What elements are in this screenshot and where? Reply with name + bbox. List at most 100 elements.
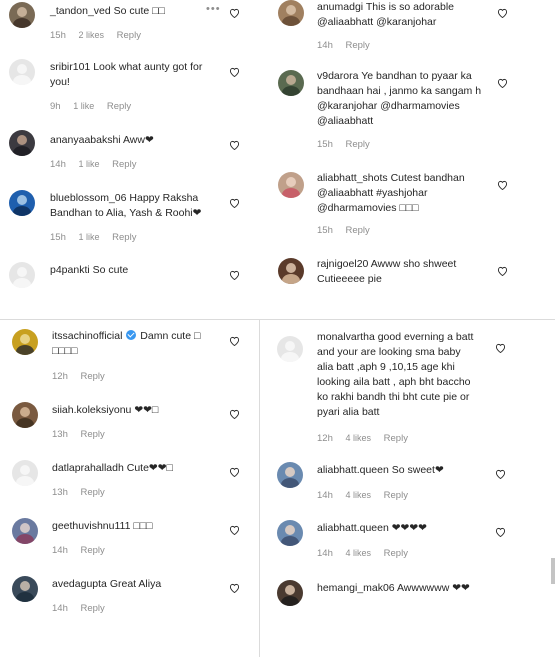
comment-username[interactable]: aliabhatt_shots	[317, 172, 388, 184]
avatar[interactable]	[277, 580, 303, 606]
comment-username[interactable]: _tandon_ved	[50, 5, 111, 17]
comment-text: ananyaabakshi Aww❤	[50, 133, 210, 148]
like-heart-icon[interactable]	[495, 343, 506, 353]
more-options-icon[interactable]: •••	[206, 3, 221, 15]
comment-likes[interactable]: 1 like	[73, 101, 94, 111]
comment-username[interactable]: ananyaabakshi	[50, 134, 121, 146]
comment-text: aliabhatt.queen So sweet❤	[317, 463, 487, 478]
comment-username[interactable]: itssachinofficial	[52, 330, 122, 342]
comment-username[interactable]: avedagupta	[52, 578, 107, 590]
avatar[interactable]	[9, 190, 35, 216]
like-heart-icon[interactable]	[229, 336, 240, 346]
like-heart-icon[interactable]	[497, 8, 508, 18]
comments-panel-top-right: anumadgi This is so adorable @aliaabhatt…	[264, 0, 555, 300]
comment-item: sribir101 Look what aunty got for you! 9…	[0, 55, 258, 115]
avatar[interactable]	[278, 172, 304, 198]
reply-button[interactable]: Reply	[384, 490, 408, 501]
comment-text: itssachinofficial Damn cute □ □□□□	[52, 329, 212, 359]
comment-time: 14h	[50, 159, 66, 170]
avatar[interactable]	[278, 70, 304, 96]
comment-username[interactable]: aliabhatt.queen	[317, 522, 389, 534]
avatar[interactable]	[9, 59, 35, 85]
comment-meta: 14h 4 likes Reply	[317, 548, 418, 559]
comment-item: monalvartha good everning a batt and you…	[262, 328, 555, 452]
reply-button[interactable]: Reply	[112, 232, 136, 243]
like-heart-icon[interactable]	[229, 467, 240, 477]
like-heart-icon[interactable]	[497, 266, 508, 276]
reply-button[interactable]: Reply	[81, 487, 105, 498]
avatar[interactable]	[9, 262, 35, 288]
comment-message: □□□	[133, 520, 153, 532]
comment-likes[interactable]: 4 likes	[346, 548, 372, 558]
comment-likes[interactable]: 1 like	[79, 232, 100, 242]
comment-item: hemangi_mak06 Awwwwww ❤❤	[262, 576, 555, 616]
reply-button[interactable]: Reply	[107, 101, 131, 112]
like-heart-icon[interactable]	[229, 8, 240, 18]
avatar[interactable]	[277, 462, 303, 488]
comment-username[interactable]: monalvartha	[317, 331, 375, 343]
comment-text: siiah.koleksiyonu ❤❤□	[52, 403, 212, 418]
avatar[interactable]	[9, 2, 35, 28]
comment-text: anumadgi This is so adorable @aliaabhatt…	[317, 0, 502, 30]
comment-username[interactable]: geethuvishnu111	[52, 520, 130, 532]
reply-button[interactable]: Reply	[346, 225, 370, 236]
like-heart-icon[interactable]	[495, 527, 506, 537]
comment-username[interactable]: sribir101	[50, 61, 90, 73]
comment-likes[interactable]: 2 likes	[79, 30, 105, 40]
reply-button[interactable]: Reply	[346, 139, 370, 150]
avatar[interactable]	[12, 576, 38, 602]
comment-username[interactable]: v9darora	[317, 70, 358, 82]
like-heart-icon[interactable]	[497, 78, 508, 88]
like-heart-icon[interactable]	[229, 67, 240, 77]
reply-button[interactable]: Reply	[112, 159, 136, 170]
avatar[interactable]	[277, 336, 303, 362]
avatar[interactable]	[278, 258, 304, 284]
avatar[interactable]	[12, 402, 38, 428]
comment-username[interactable]: aliabhatt.queen	[317, 464, 389, 476]
comment-time: 15h	[317, 225, 333, 236]
reply-button[interactable]: Reply	[81, 545, 105, 556]
comment-likes[interactable]: 1 like	[79, 159, 100, 169]
comment-item: siiah.koleksiyonu ❤❤□ 13h Reply	[0, 398, 258, 448]
reply-button[interactable]: Reply	[384, 548, 408, 559]
comment-time: 15h	[50, 232, 66, 243]
comment-username[interactable]: siiah.koleksiyonu	[52, 404, 131, 416]
like-heart-icon[interactable]	[229, 198, 240, 208]
like-heart-icon[interactable]	[229, 583, 240, 593]
avatar[interactable]	[12, 460, 38, 486]
avatar[interactable]	[12, 518, 38, 544]
comment-likes[interactable]: 4 likes	[346, 490, 372, 500]
avatar[interactable]	[9, 130, 35, 156]
reply-button[interactable]: Reply	[117, 30, 141, 41]
like-heart-icon[interactable]	[229, 270, 240, 280]
comment-meta: 12h Reply	[52, 371, 115, 382]
comment-meta: 14h Reply	[52, 545, 115, 556]
reply-button[interactable]: Reply	[384, 433, 408, 444]
like-heart-icon[interactable]	[229, 140, 240, 150]
like-heart-icon[interactable]	[495, 469, 506, 479]
comment-time: 15h	[50, 30, 66, 41]
comment-username[interactable]: anumadgi	[317, 1, 363, 13]
comment-username[interactable]: blueblossom_06	[50, 192, 126, 204]
scrollbar[interactable]	[551, 558, 555, 584]
comments-panel-bottom-left: itssachinofficial Damn cute □ □□□□ 12h R…	[0, 320, 258, 657]
avatar[interactable]	[278, 0, 304, 26]
like-heart-icon[interactable]	[229, 409, 240, 419]
reply-button[interactable]: Reply	[81, 429, 105, 440]
reply-button[interactable]: Reply	[81, 371, 105, 382]
like-heart-icon[interactable]	[229, 525, 240, 535]
comment-username[interactable]: hemangi_mak06	[317, 582, 395, 594]
avatar[interactable]	[12, 329, 38, 355]
comment-username[interactable]: p4pankti	[50, 264, 90, 276]
comment-time: 14h	[317, 490, 333, 501]
reply-button[interactable]: Reply	[81, 603, 105, 614]
comment-item: _tandon_ved So cute □□ ••• 15h 2 likes R…	[0, 0, 258, 50]
comment-username[interactable]: datlaprahalladh	[52, 462, 124, 474]
comment-text: hemangi_mak06 Awwwwww ❤❤	[317, 581, 487, 596]
reply-button[interactable]: Reply	[346, 40, 370, 51]
avatar[interactable]	[277, 520, 303, 546]
comment-likes[interactable]: 4 likes	[346, 433, 372, 443]
comment-time: 13h	[52, 487, 68, 498]
like-heart-icon[interactable]	[497, 180, 508, 190]
comment-username[interactable]: rajnigoel20	[317, 258, 368, 270]
